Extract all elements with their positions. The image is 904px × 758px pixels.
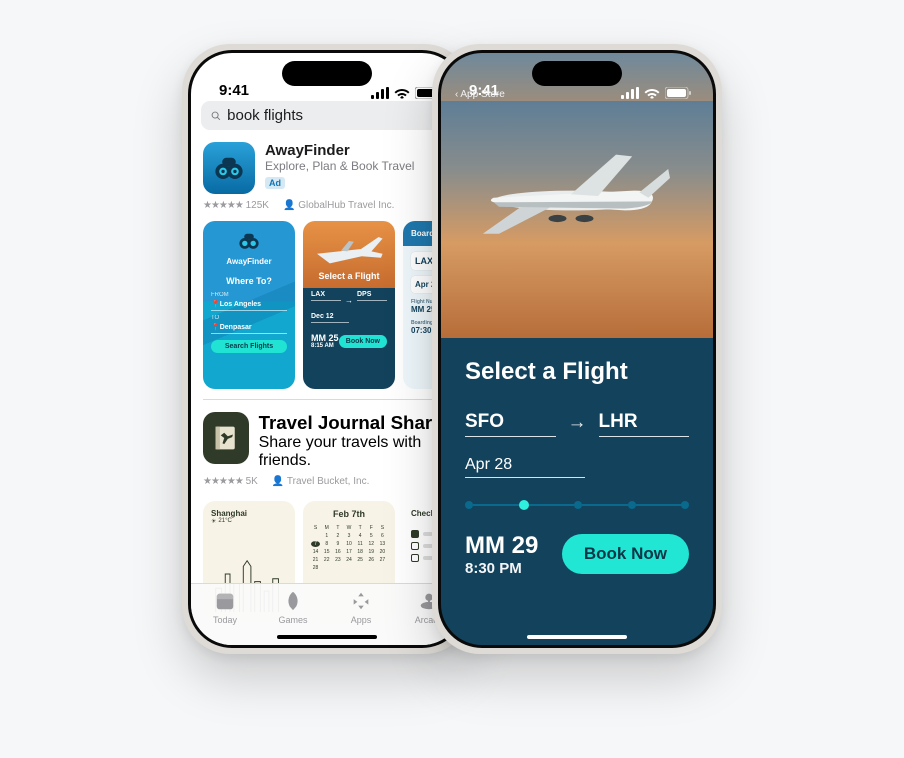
promo1-brand: AwayFinder: [211, 257, 287, 266]
wifi-icon: [644, 87, 660, 99]
dynamic-island: [282, 61, 372, 86]
person-icon: 👤: [272, 476, 284, 487]
promo2-flight: MM 25: [311, 333, 339, 343]
flight-number: MM 29: [465, 532, 538, 560]
today-icon: [214, 590, 236, 612]
result-meta: ★★★★★ 5K 👤 Travel Bucket, Inc.: [191, 470, 463, 493]
journal-plane-icon: [212, 424, 240, 452]
promo1-to: Denpasar: [220, 324, 252, 331]
stars-icon: ★★★★★: [203, 476, 243, 487]
promo1-to-label: TO: [211, 315, 287, 321]
promo2-to: DPS: [357, 289, 387, 301]
promo-screenshots[interactable]: AwayFinder Where To? FROM 📍Los Angeles T…: [191, 217, 463, 399]
rating-count: 5K: [246, 476, 258, 487]
rating-count: 125K: [246, 200, 269, 211]
awayfinder-app-icon: [203, 142, 255, 194]
result-meta: ★★★★★ 125K 👤 GlobalHub Travel Inc.: [191, 194, 463, 217]
pin-icon: 📍: [211, 301, 220, 308]
promo2-from: LAX: [311, 289, 341, 301]
search-result-awayfinder[interactable]: AwayFinder Explore, Plan & Book Travel A…: [191, 130, 463, 194]
traveljournal-app-icon: [203, 412, 249, 464]
binoculars-icon: [212, 151, 246, 185]
developer-label: 👤 GlobalHub Travel Inc.: [283, 200, 394, 211]
hero-image: [441, 101, 713, 338]
search-icon: [211, 109, 221, 123]
promo2-cta: Book Now: [339, 335, 387, 348]
promo2-heading: Select a Flight: [311, 271, 387, 281]
home-indicator[interactable]: [527, 635, 627, 639]
airplane-icon: [309, 233, 389, 265]
promo1-heading: Where To?: [211, 276, 287, 286]
promo2-time: 8:15 AM: [311, 343, 339, 349]
airplane-icon: [466, 151, 676, 241]
promo1-cta: Search Flights: [211, 340, 287, 353]
flight-time: 8:30 PM: [465, 560, 538, 577]
app-name: Travel Journal Share: [259, 412, 451, 434]
rocket-icon: [282, 590, 304, 612]
ad-badge: Ad: [265, 177, 285, 189]
tab-apps[interactable]: Apps: [336, 590, 386, 625]
cellular-icon: [621, 87, 639, 99]
sun-icon: ☀: [211, 518, 216, 525]
dynamic-island: [532, 61, 622, 86]
search-input[interactable]: [227, 107, 426, 124]
jp1-temp: 21°C: [218, 518, 231, 524]
progress-steps: [465, 500, 689, 510]
page-title: Select a Flight: [465, 338, 689, 408]
battery-icon: [665, 87, 691, 99]
to-field[interactable]: LHR: [599, 408, 690, 437]
arrow-right-icon: →: [568, 412, 587, 437]
jp1-city: Shanghai: [211, 509, 287, 518]
step-current: [519, 500, 529, 510]
app-name: AwayFinder: [265, 142, 451, 159]
home-indicator[interactable]: [277, 635, 377, 639]
stars-icon: ★★★★★: [203, 200, 243, 211]
promo-card-1: AwayFinder Where To? FROM 📍Los Angeles T…: [203, 221, 295, 389]
app-subtitle: Explore, Plan & Book Travel: [265, 159, 451, 173]
search-field[interactable]: ✕: [201, 101, 453, 130]
wifi-icon: [394, 87, 410, 99]
jp2-date: Feb 7th: [311, 509, 387, 519]
pin-icon: 📍: [211, 324, 220, 331]
promo1-from: Los Angeles: [220, 301, 261, 308]
phone-appstore: 9:41 ✕ AwayFinder Explore, Plan & Book T…: [182, 44, 472, 654]
apps-icon: [350, 590, 372, 612]
binoculars-icon: [237, 229, 261, 253]
search-result-traveljournal[interactable]: Travel Journal Share Share your travels …: [191, 400, 463, 470]
promo2-date: Dec 12: [311, 311, 349, 323]
chevron-left-icon: ‹: [455, 89, 458, 100]
promo-card-2: Select a Flight LAX → DPS Dec 12 MM 25 8…: [303, 221, 395, 389]
back-to-appstore[interactable]: ‹ App Store: [455, 89, 505, 100]
cellular-icon: [371, 87, 389, 99]
tab-games[interactable]: Games: [268, 590, 318, 625]
promo1-from-label: FROM: [211, 292, 287, 298]
book-now-button[interactable]: Book Now: [562, 534, 689, 574]
person-icon: 👤: [283, 200, 295, 211]
developer-label: 👤 Travel Bucket, Inc.: [272, 476, 370, 487]
from-field[interactable]: SFO: [465, 408, 556, 437]
date-field[interactable]: Apr 28: [465, 453, 585, 478]
tab-today[interactable]: Today: [200, 590, 250, 625]
phone-awayfinder-app: 9:41 ‹ App Store: [432, 44, 722, 654]
app-subtitle: Share your travels with friends.: [259, 434, 451, 470]
